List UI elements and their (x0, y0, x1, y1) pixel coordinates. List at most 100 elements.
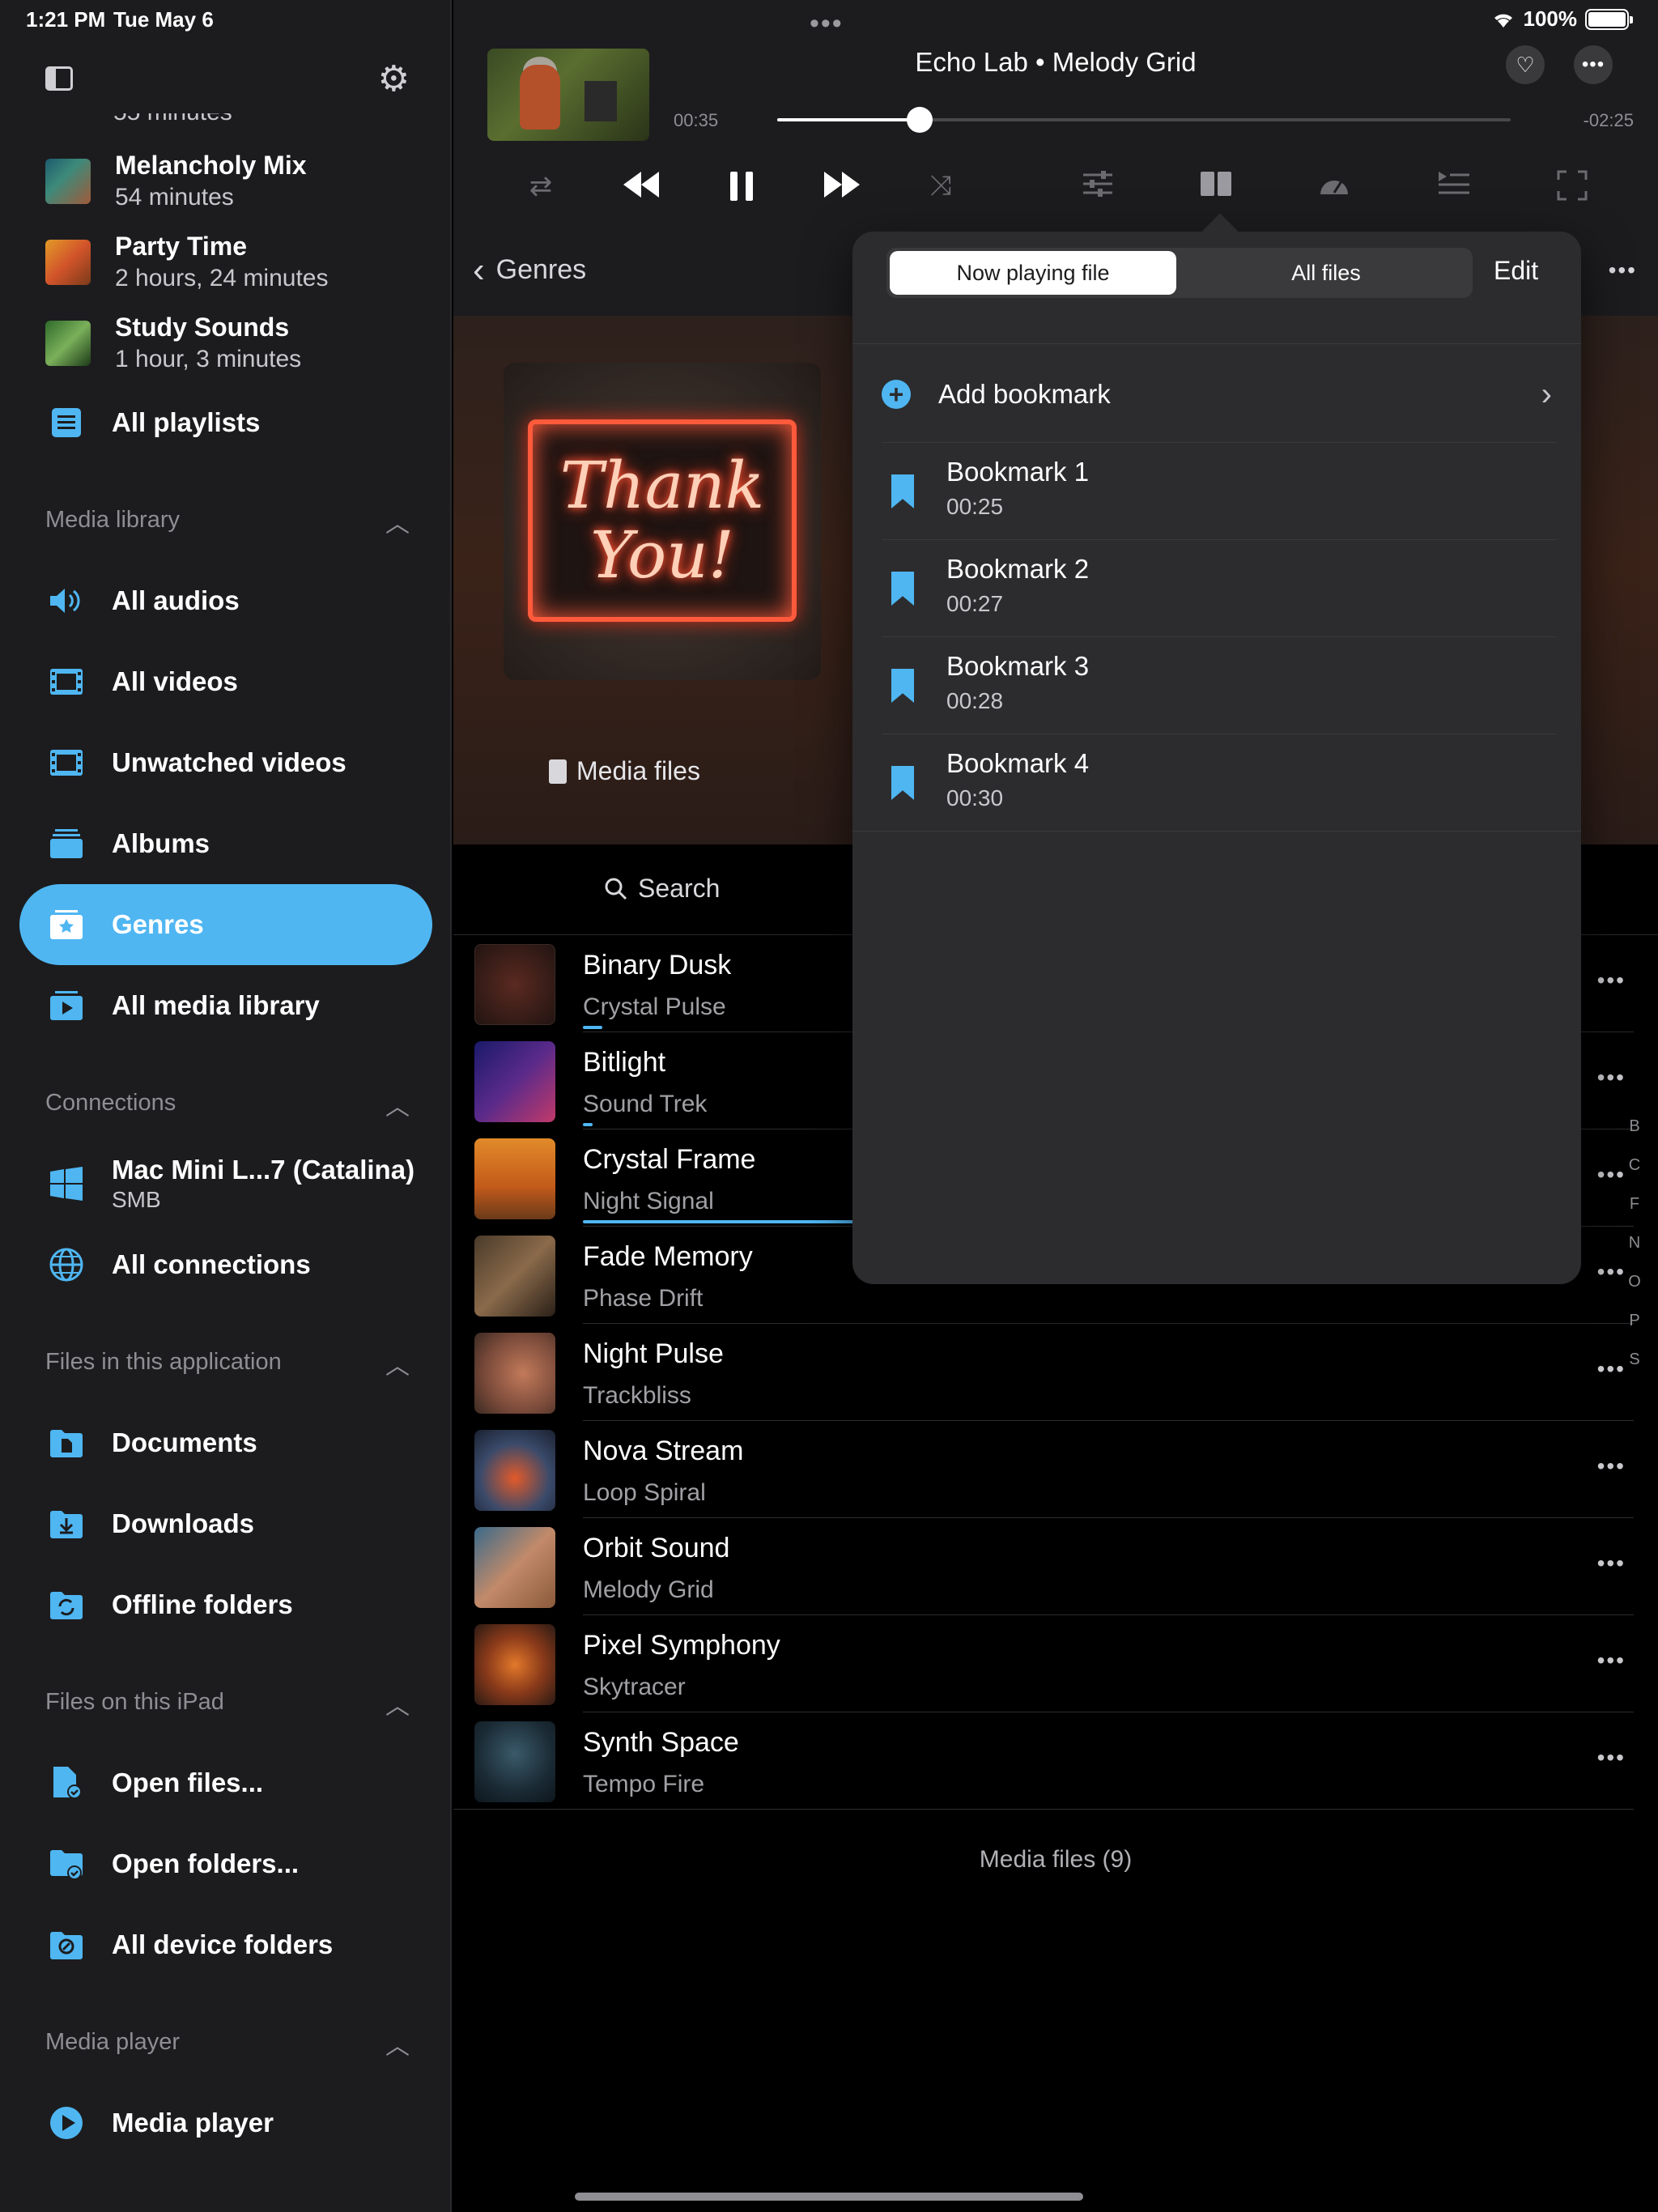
track-artist: Skytracer (583, 1674, 686, 1700)
more-options-icon[interactable]: ••• (1597, 1259, 1626, 1285)
add-bookmark-button[interactable]: + Add bookmark › (882, 374, 1552, 415)
sidebar-item-unwatched-videos[interactable]: Unwatched videos (19, 722, 432, 803)
list-item[interactable]: Synth Space Tempo Fire ••• (453, 1712, 1658, 1810)
playlist-item[interactable]: Melancholy Mix 54 minutes (45, 151, 307, 211)
sidebar-item-downloads[interactable]: Downloads (19, 1483, 432, 1564)
sidebar-item-label: Media player (112, 2108, 274, 2138)
speed-gauge-icon[interactable] (1310, 170, 1358, 206)
track-title: Bitlight (583, 1047, 666, 1078)
connection-protocol: SMB (112, 1187, 161, 1212)
chevron-up-icon[interactable]: ︿ (385, 1686, 410, 1721)
sidebar-item-all-media-library[interactable]: All media library (19, 965, 432, 1046)
pause-icon[interactable] (717, 170, 766, 211)
section-header-files-app[interactable]: Files in this application ︿ (45, 1349, 410, 1380)
speaker-icon (44, 586, 89, 615)
playlist-title: Study Sounds (115, 313, 290, 342)
sidebar-item-media-player[interactable]: Media player (19, 2082, 432, 2163)
playlist-queue-icon[interactable] (1430, 170, 1478, 205)
sidebar-item-all-device-folders[interactable]: All device folders (19, 1904, 432, 1985)
sidebar-item-offline-folders[interactable]: Offline folders (19, 1564, 432, 1645)
more-options-icon[interactable]: ••• (1597, 1745, 1626, 1771)
index-letter[interactable]: F (1622, 1195, 1647, 1234)
sidebar-item-albums[interactable]: Albums (19, 803, 432, 884)
bookmarks-popover: Now playing file All files Edit + Add bo… (852, 213, 1581, 1284)
more-options-icon[interactable]: ••• (1597, 1648, 1626, 1674)
list-item[interactable]: Pixel Symphony Skytracer ••• (453, 1615, 1658, 1712)
sidebar-item-label: Offline folders (112, 1589, 293, 1619)
section-header-media-library[interactable]: Media library ︿ (45, 507, 410, 538)
fullscreen-icon[interactable] (1548, 170, 1596, 208)
more-options-icon[interactable]: ••• (1574, 45, 1613, 84)
seek-slider[interactable] (777, 107, 1511, 133)
sidebar-item-label: Genres (112, 909, 204, 939)
folder-download-icon (44, 1508, 89, 1539)
segment-now-playing[interactable]: Now playing file (890, 251, 1176, 295)
index-letter[interactable]: C (1622, 1156, 1647, 1195)
fast-forward-icon[interactable] (818, 170, 866, 207)
sidebar-toggle-icon[interactable] (45, 66, 73, 91)
back-button[interactable]: ‹ Genres (473, 252, 586, 287)
seek-handle[interactable] (906, 107, 933, 133)
chevron-up-icon[interactable]: ︿ (385, 504, 410, 539)
segment-all-files[interactable]: All files (1183, 251, 1469, 295)
bookmarks-book-icon[interactable] (1192, 170, 1240, 205)
alphabet-index[interactable]: B C F N O P S (1622, 1117, 1647, 1389)
playlist-item[interactable]: Party Time 2 hours, 24 minutes (45, 232, 328, 292)
playlist-item[interactable]: Study Sounds 1 hour, 3 minutes (45, 313, 301, 373)
more-options-icon[interactable]: ••• (1597, 1065, 1626, 1091)
rewind-icon[interactable] (617, 170, 665, 207)
sidebar-item-all-audios[interactable]: All audios (19, 560, 432, 641)
index-letter[interactable]: N (1622, 1234, 1647, 1273)
section-title: Media player (45, 2029, 181, 2055)
index-letter[interactable]: S (1622, 1351, 1647, 1389)
section-header-files-ipad[interactable]: Files on this iPad ︿ (45, 1689, 410, 1720)
sidebar-item-genres[interactable]: Genres (19, 884, 432, 965)
chevron-up-icon[interactable]: ︿ (385, 1087, 410, 1122)
multitasking-dots-icon[interactable]: ••• (810, 8, 844, 40)
shuffle-icon[interactable]: ⤨ (916, 170, 965, 202)
more-options-icon[interactable]: ••• (1597, 1551, 1626, 1576)
section-header-connections[interactable]: Connections ︿ (45, 1090, 410, 1121)
sidebar-item-open-files[interactable]: Open files... (19, 1742, 432, 1823)
bookmark-item[interactable]: Bookmark 1 00:25 (882, 442, 1557, 539)
sidebar-item-open-folders[interactable]: Open folders... (19, 1823, 432, 1904)
repeat-icon[interactable]: ⇄ (517, 170, 565, 202)
track-title: Crystal Frame (583, 1144, 756, 1175)
more-options-icon[interactable]: ••• (1597, 968, 1626, 993)
list-item[interactable]: Nova Stream Loop Spiral ••• (453, 1421, 1658, 1518)
gear-icon[interactable]: ⚙ (378, 57, 410, 102)
more-options-icon[interactable]: ••• (1609, 257, 1637, 283)
more-options-icon[interactable]: ••• (1597, 1162, 1626, 1188)
bookmark-item[interactable]: Bookmark 3 00:28 (882, 636, 1557, 734)
sidebar-item-documents[interactable]: Documents (19, 1402, 432, 1483)
bookmark-time: 00:30 (946, 785, 1004, 810)
more-options-icon[interactable]: ••• (1597, 1453, 1626, 1479)
chevron-up-icon[interactable]: ︿ (385, 2026, 410, 2061)
bookmark-item[interactable]: Bookmark 2 00:27 (882, 539, 1557, 636)
sidebar-item-all-playlists[interactable]: All playlists (19, 382, 432, 463)
battery-percent: 100% (1523, 6, 1578, 31)
index-letter[interactable]: B (1622, 1117, 1647, 1156)
film-icon (44, 748, 89, 777)
list-item[interactable]: Night Pulse Trackbliss ••• (453, 1324, 1658, 1421)
more-options-icon[interactable]: ••• (1597, 1356, 1626, 1382)
list-item[interactable]: Orbit Sound Melody Grid ••• (453, 1518, 1658, 1615)
index-letter[interactable]: O (1622, 1273, 1647, 1312)
bookmark-item[interactable]: Bookmark 4 00:30 (882, 734, 1557, 831)
sidebar-item-connection[interactable]: Mac Mini L...7 (Catalina) SMB (19, 1143, 432, 1224)
artwork-text: Thank (559, 448, 765, 523)
heart-icon[interactable]: ♡ (1506, 45, 1545, 84)
sidebar-item-label: Open folders... (112, 1848, 300, 1878)
globe-icon (44, 1247, 89, 1283)
chevron-up-icon[interactable]: ︿ (385, 1346, 410, 1381)
section-header-media-player[interactable]: Media player ︿ (45, 2029, 410, 2060)
edit-button[interactable]: Edit (1494, 256, 1538, 286)
sidebar-item-all-videos[interactable]: All videos (19, 641, 432, 722)
bookmark-scope-segmented-control[interactable]: Now playing file All files (886, 248, 1473, 298)
track-thumbnail (474, 1721, 555, 1802)
index-letter[interactable]: P (1622, 1312, 1647, 1351)
home-indicator[interactable] (575, 2193, 1083, 2201)
bookmark-name: Bookmark 4 (946, 748, 1090, 778)
sidebar-item-all-connections[interactable]: All connections (19, 1224, 432, 1305)
equalizer-icon[interactable] (1073, 170, 1122, 205)
